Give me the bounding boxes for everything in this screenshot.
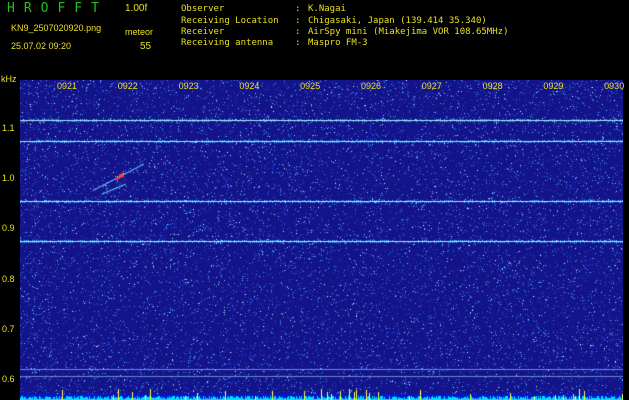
meteor-count: 55 bbox=[140, 41, 152, 52]
spectrogram-canvas bbox=[20, 80, 623, 400]
location-colon: : bbox=[295, 16, 301, 26]
antenna-colon: : bbox=[295, 38, 301, 48]
time-tick-label: 0926 bbox=[360, 81, 382, 91]
antenna-value: Maspro FM-3 bbox=[308, 38, 368, 48]
freq-tick-label: 0.7 bbox=[2, 323, 15, 334]
time-tick-label: 0929 bbox=[543, 81, 564, 91]
freq-tick-label: 0.6 bbox=[2, 374, 15, 384]
time-tick-label: 0923 bbox=[178, 81, 199, 91]
freq-tick-label: 0.9 bbox=[2, 223, 15, 234]
version-label: 1.00f bbox=[125, 3, 148, 14]
spectrogram-panel[interactable] bbox=[20, 80, 623, 400]
antenna-label: Receiving antenna bbox=[181, 38, 274, 48]
location-value: Chigasaki, Japan (139.414 35.340) bbox=[308, 16, 487, 26]
freq-tick-label: 0.8 bbox=[2, 273, 15, 284]
receiver-colon: : bbox=[295, 27, 301, 37]
freq-tick-label: 1.1 bbox=[2, 123, 15, 133]
observer-value: K.Nagai bbox=[308, 4, 346, 14]
observer-label: Observer bbox=[181, 4, 225, 14]
time-tick-label: 0927 bbox=[421, 81, 442, 91]
app-title: HROFFT bbox=[7, 1, 108, 16]
time-tick-label: 0930 bbox=[604, 81, 625, 91]
freq-tick-label: 1.0 bbox=[2, 173, 15, 184]
observer-colon: : bbox=[295, 4, 301, 14]
time-tick-label: 0922 bbox=[117, 81, 138, 91]
filename-label: KN9_2507020920.png bbox=[11, 23, 102, 33]
antenna-row: Receiving antenna: Maspro FM-3 bbox=[181, 38, 368, 48]
time-tick-label: 0924 bbox=[239, 81, 260, 91]
receiver-row: Receiver: AirSpy mini (Miakejima VOR 108.… bbox=[181, 27, 508, 37]
time-tick-label: 0928 bbox=[482, 81, 503, 91]
location-label: Receiving Location bbox=[181, 16, 279, 26]
time-tick-label: 0921 bbox=[56, 81, 78, 91]
observer-row: Observer: K.Nagai bbox=[181, 4, 346, 14]
location-row: Receiving Location: Chigasaki, Japan (139… bbox=[181, 16, 487, 26]
receiver-label: Receiver bbox=[181, 27, 225, 37]
receiver-value: AirSpy mini (Miakejima VOR 108.65MHz) bbox=[308, 27, 509, 37]
time-tick-label: 0925 bbox=[300, 81, 321, 91]
meteor-label: meteor bbox=[125, 27, 154, 37]
timestamp-label: 25.07.02 09:20 bbox=[11, 41, 72, 51]
freq-unit-label: kHz bbox=[1, 74, 17, 84]
